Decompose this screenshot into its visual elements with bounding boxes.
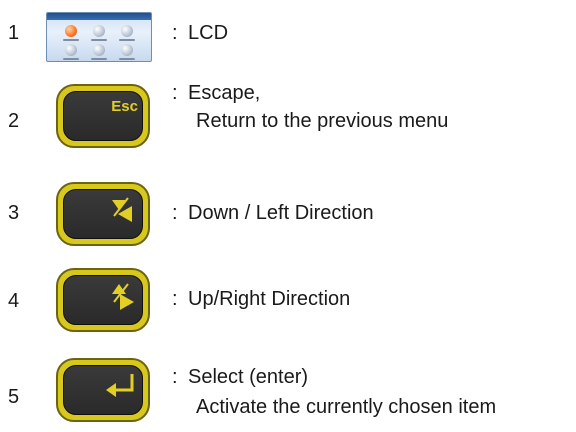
row-description-line2: Activate the currently chosen item — [196, 396, 497, 418]
row-number: 1 — [8, 22, 20, 44]
row-number: 3 — [8, 202, 20, 224]
row-description: Down / Left Direction — [188, 202, 374, 224]
row-description-line2: Return to the previous menu — [196, 110, 449, 132]
colon: : — [172, 288, 178, 310]
row-number: 2 — [8, 110, 20, 132]
down-left-arrows-icon — [112, 197, 132, 222]
legend-row-enter: 5 : Select (enter) Activate the currentl… — [0, 350, 576, 432]
colon: : — [172, 366, 178, 388]
row-number: 5 — [8, 386, 20, 408]
row-description: LCD — [188, 22, 229, 44]
esc-key-label: Esc — [111, 98, 138, 115]
enter-arrow-icon — [106, 374, 134, 397]
row-number: 4 — [8, 290, 20, 312]
row-description: Up/Right Direction — [188, 288, 351, 310]
enter-key-icon — [56, 358, 150, 422]
legend-row-lcd: 1 : LCD — [0, 0, 576, 70]
legend-row-esc: 2 Esc : Escape, Return to the previous m… — [0, 80, 576, 160]
up-right-arrows-icon — [112, 283, 134, 310]
down-left-key-icon — [56, 182, 150, 246]
legend-row-down-left: 3 : Down / Left Direction — [0, 172, 576, 252]
row-description: Escape, — [188, 82, 261, 104]
up-right-key-icon — [56, 268, 150, 332]
colon: : — [172, 82, 178, 104]
row-description: Select (enter) — [188, 366, 309, 388]
colon: : — [172, 202, 178, 224]
esc-key-icon: Esc — [56, 84, 150, 148]
colon: : — [172, 22, 178, 44]
lcd-screen-icon — [46, 12, 152, 62]
legend-row-up-right: 4 : Up/Right Direction — [0, 262, 576, 342]
